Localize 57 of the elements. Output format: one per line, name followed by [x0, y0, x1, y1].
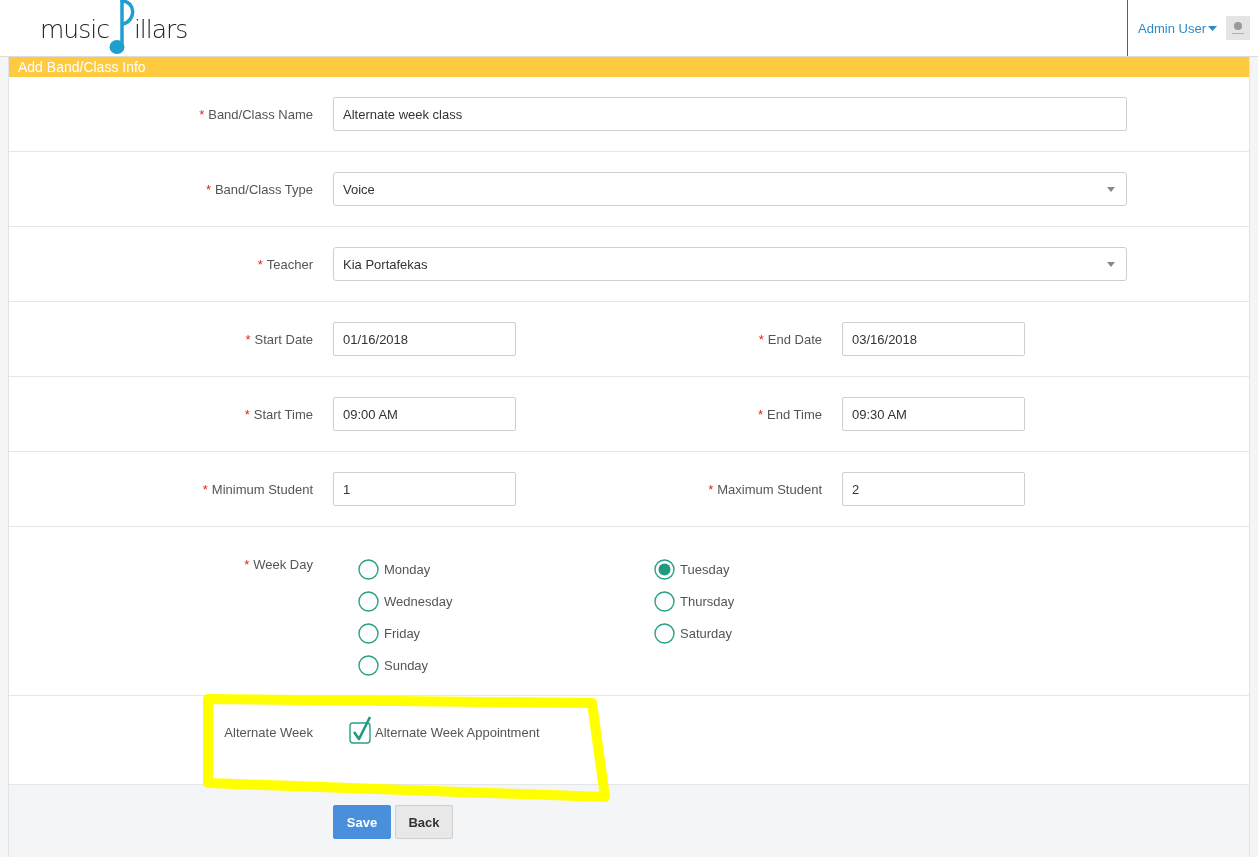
text-field[interactable]: Alternate week class — [333, 97, 1127, 131]
radio-button[interactable] — [358, 654, 379, 676]
text-field[interactable]: 09:30 AM — [842, 397, 1025, 431]
radio-label: Monday — [384, 561, 431, 577]
field-label: Alternate Week — [224, 725, 313, 740]
logo-text: music — [40, 17, 109, 46]
required-mark: * — [199, 106, 205, 122]
radio-button[interactable] — [654, 590, 675, 612]
field-label: Band/Class Name — [208, 106, 313, 122]
required-mark: * — [205, 181, 211, 197]
required-mark: * — [202, 481, 208, 497]
field-label: Band/Class Type — [214, 181, 313, 197]
radio-button[interactable] — [358, 558, 379, 580]
field-label: Start Date — [254, 331, 313, 347]
logo-text: illars — [133, 17, 188, 46]
logo[interactable]: music illars — [0, 0, 188, 56]
radio-button[interactable] — [654, 622, 675, 644]
text-field[interactable]: 09:00 AM — [333, 397, 516, 431]
checkbox[interactable] — [349, 716, 372, 744]
field-label: Maximum Student — [717, 481, 822, 497]
music-note-icon — [108, 0, 135, 56]
radio-button[interactable] — [358, 622, 379, 644]
dropdown-field[interactable]: Voice — [333, 172, 1127, 206]
required-mark: * — [245, 331, 251, 347]
avatar-icon[interactable] — [1226, 16, 1250, 40]
required-mark: * — [257, 256, 263, 272]
caret-icon — [1107, 186, 1115, 192]
field-label: Minimum Student — [211, 481, 313, 497]
field-label: End Date — [767, 331, 822, 347]
radio-label: Wednesday — [384, 593, 453, 609]
checkbox-label: Alternate Week Appointment — [375, 725, 540, 742]
required-mark: * — [758, 331, 764, 347]
required-mark: * — [708, 481, 714, 497]
dropdown-field[interactable]: Kia Portafekas — [333, 247, 1127, 281]
required-mark: * — [244, 557, 250, 572]
radio-label: Friday — [384, 625, 421, 641]
radio-label: Thursday — [680, 593, 735, 609]
text-field[interactable]: 03/16/2018 — [842, 322, 1025, 356]
field-label: Start Time — [253, 406, 313, 422]
radio-button[interactable] — [654, 558, 675, 580]
panel-title: Add Band/Class Info — [18, 59, 146, 75]
radio-label: Tuesday — [680, 561, 730, 577]
field-label: Week Day — [253, 557, 313, 572]
caret-icon — [1107, 261, 1115, 267]
back-button[interactable]: Back — [395, 805, 453, 839]
text-field[interactable]: 1 — [333, 472, 516, 506]
required-mark: * — [244, 406, 250, 422]
text-field[interactable]: 2 — [842, 472, 1025, 506]
user-menu[interactable]: Admin User — [1138, 20, 1217, 36]
required-mark: * — [758, 406, 764, 422]
radio-button[interactable] — [358, 590, 379, 612]
text-field[interactable]: 01/16/2018 — [333, 322, 516, 356]
radio-label: Sunday — [384, 657, 429, 673]
radio-label: Saturday — [680, 625, 733, 641]
caret-icon — [1208, 25, 1217, 31]
field-label: Teacher — [266, 256, 313, 272]
field-label: End Time — [767, 406, 822, 422]
